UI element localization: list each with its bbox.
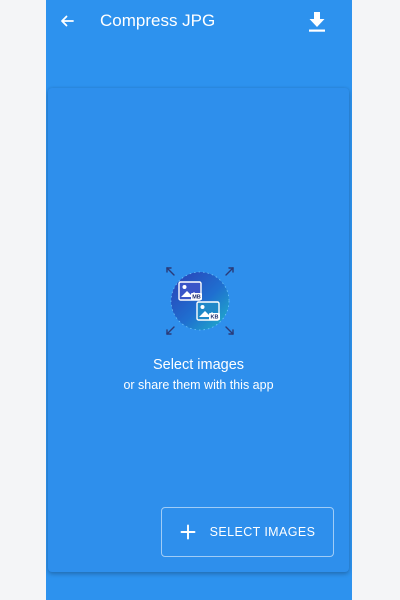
download-icon bbox=[309, 12, 325, 32]
toolbar: Compress JPG bbox=[46, 0, 352, 44]
app-screen: Compress JPG MB KB Select images or shar… bbox=[46, 0, 352, 600]
download-button[interactable] bbox=[304, 9, 330, 35]
arrow-back-icon bbox=[61, 15, 74, 27]
badge-mb: MB bbox=[192, 295, 201, 301]
empty-state-card: MB KB Select images or share them with t… bbox=[48, 88, 349, 572]
plus-icon bbox=[180, 524, 196, 540]
empty-state-subtitle: or share them with this app bbox=[123, 378, 274, 392]
page-title: Compress JPG bbox=[100, 11, 216, 30]
select-images-button[interactable]: SELECT IMAGES bbox=[161, 507, 334, 557]
select-images-label: SELECT IMAGES bbox=[209, 525, 316, 539]
back-button[interactable] bbox=[56, 10, 78, 32]
compress-images-illustration: MB KB bbox=[166, 267, 234, 335]
badge-kb: KB bbox=[211, 315, 219, 321]
empty-state-title: Select images bbox=[152, 357, 245, 373]
